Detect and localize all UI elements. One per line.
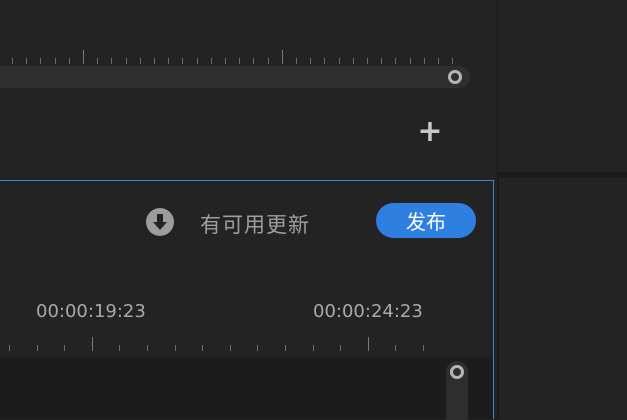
ruler-minor-tick	[285, 345, 286, 351]
ruler-minor-tick	[395, 58, 397, 64]
scroll-handle-ring-icon	[448, 70, 462, 84]
ruler-minor-tick	[202, 345, 204, 351]
time-ruler[interactable]	[0, 42, 470, 64]
timecode-label: 00:00:19:23	[36, 301, 146, 322]
timeline-track-area[interactable]	[0, 357, 493, 419]
ruler-minor-tick	[352, 58, 354, 64]
update-available-text: 有可用更新	[200, 213, 310, 237]
ruler-minor-tick	[54, 58, 56, 64]
ruler-minor-tick	[125, 58, 127, 64]
ruler-minor-tick	[26, 58, 28, 64]
add-button[interactable]: +	[416, 114, 444, 149]
ruler-minor-tick	[154, 58, 155, 64]
ruler-minor-tick	[253, 58, 255, 64]
ruler-minor-tick	[229, 345, 231, 351]
ruler-minor-tick	[119, 345, 121, 351]
ruler-minor-tick	[111, 58, 113, 64]
ruler-minor-tick	[196, 58, 198, 64]
ruler-minor-tick	[381, 58, 383, 64]
ruler-minor-tick	[257, 345, 259, 351]
ruler-minor-tick	[174, 345, 176, 351]
plus-icon: +	[417, 114, 443, 149]
ruler-minor-tick	[296, 58, 297, 64]
right-panel-top	[498, 0, 627, 172]
ruler-minor-tick	[9, 345, 10, 351]
ruler-minor-tick	[423, 58, 425, 64]
ruler-major-tick	[83, 50, 84, 64]
ruler-minor-tick	[97, 58, 99, 64]
ruler-major-tick	[91, 337, 93, 351]
ruler-minor-tick	[40, 58, 42, 64]
ruler-minor-tick	[267, 58, 269, 64]
ruler-minor-tick	[147, 345, 148, 351]
ruler-minor-tick	[225, 58, 226, 64]
ruler-minor-tick	[409, 58, 411, 64]
ruler-minor-tick	[239, 58, 241, 64]
ruler-minor-tick	[423, 345, 424, 351]
zoom-scroll-handle[interactable]	[444, 66, 466, 88]
ruler-minor-tick	[139, 58, 141, 64]
ruler-minor-tick	[367, 58, 368, 64]
ruler-minor-tick	[312, 345, 314, 351]
scroll-handle-ring-icon	[450, 365, 464, 379]
vertical-scrollbar[interactable]	[446, 361, 468, 420]
ruler-minor-tick	[324, 58, 326, 64]
timeline-time-ruler[interactable]	[0, 327, 450, 351]
ruler-minor-tick	[452, 58, 454, 64]
ruler-major-tick	[367, 337, 369, 351]
timeline-panel[interactable]: 有可用更新 发布 00:00:19:23 00:00:24:23	[0, 180, 494, 420]
ruler-minor-tick	[210, 58, 212, 64]
horizontal-scrollbar-track[interactable]	[0, 66, 470, 88]
ruler-minor-tick	[340, 345, 342, 351]
ruler-minor-tick	[12, 58, 13, 64]
ruler-minor-tick	[338, 58, 340, 64]
ruler-minor-tick	[36, 345, 38, 351]
download-circle-icon	[146, 208, 174, 236]
ruler-minor-tick	[182, 58, 184, 64]
ruler-minor-tick	[310, 58, 312, 64]
download-arrow-icon	[153, 214, 167, 230]
top-panel: +	[0, 0, 498, 172]
ruler-major-tick	[281, 50, 283, 64]
right-panel-bottom	[499, 178, 627, 419]
ruler-minor-tick	[68, 58, 70, 64]
ruler-minor-tick	[395, 345, 397, 351]
ruler-minor-tick	[168, 58, 170, 64]
publish-button[interactable]: 发布	[376, 203, 476, 238]
timecode-label: 00:00:24:23	[313, 301, 423, 322]
ruler-minor-tick	[64, 345, 66, 351]
ruler-minor-tick	[438, 58, 439, 64]
